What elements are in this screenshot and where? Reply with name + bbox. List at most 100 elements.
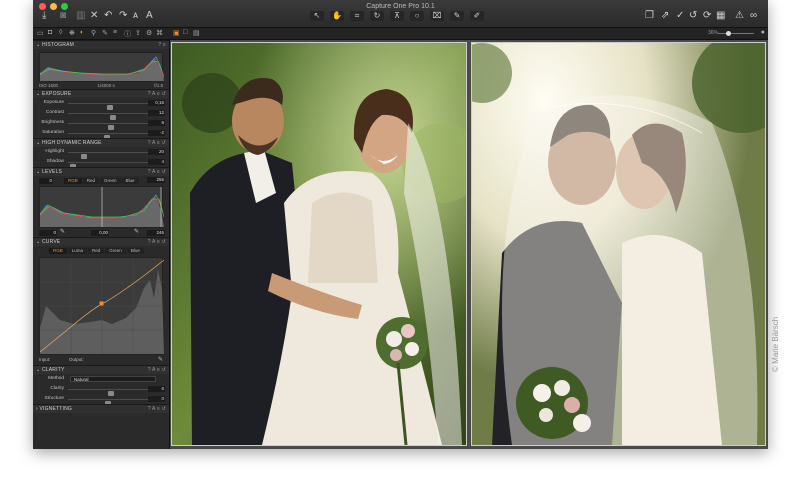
slider-value[interactable]: 6 [148, 386, 165, 392]
slider-track[interactable] [68, 399, 148, 406]
vignetting-header[interactable]: › VIGNETTING ? A ≡ ↺ [33, 404, 169, 413]
filmstrip-view-icon[interactable]: ▤ [193, 29, 200, 37]
slider-track[interactable] [68, 162, 148, 169]
section-controls[interactable]: ? A ≡ ↺ [148, 366, 166, 374]
eyedropper-icon[interactable]: ✎ [60, 228, 65, 237]
magic-icon[interactable]: ✓ [676, 11, 684, 21]
curve-channel-green[interactable]: Green [105, 247, 126, 254]
undo-icon[interactable]: ↶ [104, 11, 112, 21]
glasses-icon[interactable]: ∞ [750, 11, 757, 21]
reset-icon[interactable]: ↺ [689, 11, 697, 21]
spot-tool[interactable]: ○ [410, 11, 424, 21]
pan-tool[interactable]: ✋ [330, 11, 344, 21]
slider-track[interactable] [68, 103, 148, 110]
photo-laughing-couple[interactable] [171, 42, 467, 446]
photo-veiled-couple[interactable] [471, 42, 766, 446]
vignetting-title: VIGNETTING [39, 406, 73, 412]
levels-channel-red[interactable]: Red [82, 177, 100, 184]
zoom-slider[interactable] [718, 31, 754, 36]
metadata-tab-icon[interactable]: ≡ [113, 29, 117, 36]
capture-tab-icon[interactable]: ◘ [48, 29, 52, 36]
slider-label: Contrast [45, 110, 64, 115]
curve-channel-blue[interactable]: Blue [126, 247, 144, 254]
slider-track[interactable] [68, 113, 148, 120]
annotation-tool[interactable]: ✐ [470, 11, 484, 21]
levels-graph[interactable] [39, 186, 165, 228]
crop-tool[interactable]: ⌗ [350, 11, 364, 21]
section-controls[interactable]: ? A ≡ ↺ [148, 405, 166, 413]
levels-output-low[interactable]: 0 [39, 230, 57, 236]
color-tab-icon[interactable]: ❋ [69, 29, 75, 37]
curve-channel-luma[interactable]: Luma [67, 247, 88, 254]
erase-tool[interactable]: ⌧ [430, 11, 444, 21]
levels-channel-row: 0 RGB Red Green Blue 255 [33, 176, 169, 185]
histogram-graph [39, 52, 165, 82]
levels-channel-blue[interactable]: Blue [121, 177, 139, 184]
import-icon[interactable]: ⤓ [42, 11, 46, 21]
levels-input-high[interactable]: 255 [147, 177, 165, 183]
slider-value[interactable]: 0,16 [148, 100, 165, 106]
apply-icon[interactable]: ⇗ [661, 11, 669, 21]
aperture-value: f/1.8 [154, 83, 163, 88]
curve-channel-rgb[interactable]: RGB [49, 247, 67, 254]
levels-channel-green[interactable]: Green [100, 177, 121, 184]
text-icon[interactable]: ᴀ [133, 11, 138, 21]
info-tab-icon[interactable]: ⓘ [124, 29, 131, 39]
levels-header[interactable]: ⌄ LEVELS ? A ≡ ↺ [33, 167, 169, 176]
trash-icon[interactable]: ▥ [76, 11, 85, 21]
type-icon[interactable]: A [146, 11, 153, 21]
slider-value[interactable]: 20 [148, 149, 165, 155]
section-controls[interactable]: ? A ≡ ↺ [148, 139, 166, 147]
exposure-header[interactable]: ⌄ EXPOSURE ? A ≡ ↺ [33, 89, 169, 98]
details-tab-icon[interactable]: ⚲ [91, 29, 96, 37]
section-controls[interactable]: ? A ≡ ↺ [148, 90, 166, 98]
refresh-icon[interactable]: ⟳ [703, 11, 711, 21]
slider-label: Saturation [42, 130, 64, 135]
keystone-tool[interactable]: ⊼ [390, 11, 404, 21]
slider-track[interactable] [68, 389, 148, 396]
camera-icon[interactable]: ◙ [60, 11, 66, 21]
warning-icon[interactable]: ⚠ [735, 11, 744, 21]
eyedropper-icon[interactable]: ✎ [158, 355, 163, 365]
local-adjustments-tab-icon[interactable]: ✎ [102, 29, 108, 37]
slider-value[interactable]: 4 [148, 159, 165, 165]
histogram-header[interactable]: ⌄ HISTOGRAM ? ≡ [33, 40, 169, 49]
levels-output-high[interactable]: 246 [147, 230, 165, 236]
select-tool[interactable]: ↖ [310, 11, 324, 21]
method-select[interactable]: Natural [70, 376, 156, 382]
grid-icon[interactable]: ▦ [716, 11, 725, 21]
single-view-icon[interactable]: □ [183, 29, 187, 36]
slider-value[interactable]: 12 [148, 110, 165, 116]
rotate-tool[interactable]: ↻ [370, 11, 384, 21]
curve-graph[interactable] [39, 257, 165, 355]
section-controls[interactable]: ? A ≡ ↺ [148, 238, 166, 246]
lens-tab-icon[interactable]: ◊ [59, 29, 62, 36]
eyedropper-icon[interactable]: ✎ [134, 228, 139, 237]
delete-icon[interactable]: ✕ [90, 11, 98, 21]
batch-tab-icon[interactable]: ⌘ [156, 29, 163, 37]
exposure-tab-icon[interactable]: ◐ [80, 29, 84, 36]
multi-view-icon[interactable]: ▣ [173, 29, 180, 37]
redo-icon[interactable]: ↷ [119, 11, 127, 21]
levels-input-low[interactable]: 0 [39, 177, 53, 184]
slider-track[interactable] [68, 152, 148, 159]
library-tab-icon[interactable]: ▭ [37, 29, 44, 37]
levels-channel-rgb[interactable]: RGB [64, 177, 82, 184]
copy-icon[interactable]: ❐ [645, 11, 654, 21]
slider-value[interactable]: 0 [148, 396, 165, 402]
user-icon[interactable]: ● [761, 29, 765, 36]
picker-tool[interactable]: ✎ [450, 11, 464, 21]
levels-midpoint[interactable]: 0,00 [91, 230, 109, 236]
curve-channel-red[interactable]: Red [88, 247, 105, 254]
slider-value[interactable]: -2 [148, 130, 165, 136]
clarity-header[interactable]: ⌄ CLARITY ? A ≡ ↺ [33, 365, 169, 374]
hdr-header[interactable]: ⌄ HIGH DYNAMIC RANGE ? A ≡ ↺ [33, 138, 169, 147]
section-controls[interactable]: ? ≡ [158, 41, 166, 49]
slider-track[interactable] [68, 133, 148, 140]
slider-track[interactable] [68, 123, 148, 130]
output-tab-icon[interactable]: ⇪ [135, 29, 141, 37]
curve-header[interactable]: ⌄ CURVE ? A ≡ ↺ [33, 237, 169, 246]
settings-tab-icon[interactable]: ⚙ [146, 29, 152, 37]
slider-value[interactable]: 6 [148, 120, 165, 126]
section-controls[interactable]: ? A ≡ ↺ [148, 168, 166, 176]
